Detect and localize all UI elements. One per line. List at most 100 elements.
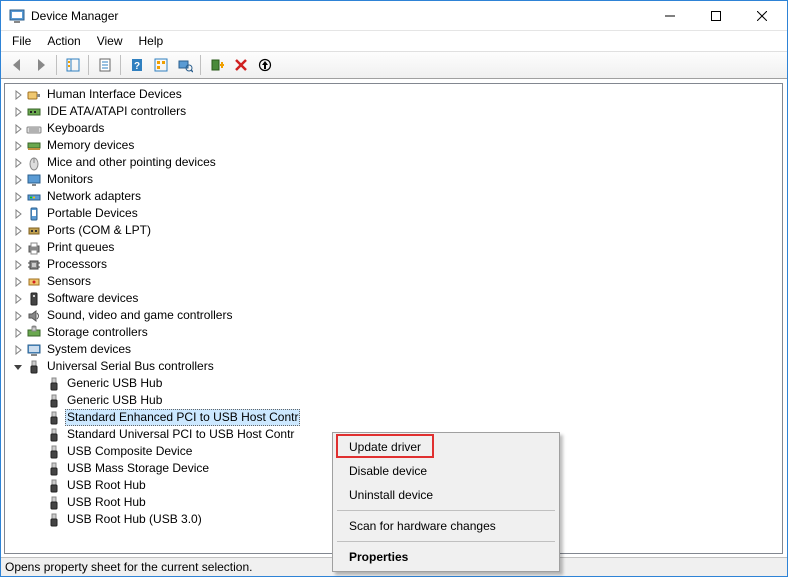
keyboard-icon <box>26 121 42 137</box>
show-hide-tree-button[interactable] <box>61 54 84 76</box>
tree-category[interactable]: Universal Serial Bus controllers <box>5 358 782 375</box>
tree-category-label: Print queues <box>45 239 116 256</box>
sound-icon <box>26 308 42 324</box>
update-driver-button[interactable] <box>253 54 276 76</box>
status-text: Opens property sheet for the current sel… <box>5 560 252 574</box>
tree-category[interactable]: Human Interface Devices <box>5 86 782 103</box>
context-menu-update-driver[interactable]: Update driver <box>335 435 557 459</box>
tree-category[interactable]: Sound, video and game controllers <box>5 307 782 324</box>
tree-category[interactable]: Mice and other pointing devices <box>5 154 782 171</box>
chevron-right-icon[interactable] <box>11 292 25 306</box>
tree-category[interactable]: Keyboards <box>5 120 782 137</box>
tree-item[interactable]: Standard Enhanced PCI to USB Host Contr <box>5 409 782 426</box>
tree-item-label: Generic USB Hub <box>65 392 164 409</box>
tree-category-label: IDE ATA/ATAPI controllers <box>45 103 188 120</box>
tree-category[interactable]: Storage controllers <box>5 324 782 341</box>
app-icon <box>9 8 25 24</box>
monitor-icon <box>26 172 42 188</box>
toolbar-separator <box>56 55 57 75</box>
chevron-right-icon[interactable] <box>11 190 25 204</box>
tree-category-label: Universal Serial Bus controllers <box>45 358 216 375</box>
chevron-right-icon[interactable] <box>11 241 25 255</box>
menu-view[interactable]: View <box>90 33 130 49</box>
menu-help[interactable]: Help <box>132 33 171 49</box>
window-controls <box>647 1 785 30</box>
chevron-right-icon[interactable] <box>11 326 25 340</box>
tree-category[interactable]: Processors <box>5 256 782 273</box>
help-button[interactable]: ? <box>125 54 148 76</box>
chevron-right-icon[interactable] <box>11 207 25 221</box>
tree-category[interactable]: Sensors <box>5 273 782 290</box>
chevron-right-icon[interactable] <box>11 122 25 136</box>
chevron-right-icon[interactable] <box>11 139 25 153</box>
port-icon <box>26 223 42 239</box>
tree-category-label: Processors <box>45 256 109 273</box>
usb-device-icon <box>46 478 62 494</box>
context-menu-scan-hardware[interactable]: Scan for hardware changes <box>335 514 557 538</box>
chevron-right-icon[interactable] <box>11 173 25 187</box>
software-icon <box>26 291 42 307</box>
tree-category[interactable]: Network adapters <box>5 188 782 205</box>
tree-category[interactable]: System devices <box>5 341 782 358</box>
toolbar-separator <box>200 55 201 75</box>
tree-category-label: Sensors <box>45 273 93 290</box>
hid-icon <box>26 87 42 103</box>
tree-category[interactable]: Memory devices <box>5 137 782 154</box>
context-menu: Update driver Disable device Uninstall d… <box>332 432 560 572</box>
toolbar: ? <box>1 51 787 79</box>
tree-category[interactable]: Print queues <box>5 239 782 256</box>
maximize-button[interactable] <box>693 1 739 30</box>
memory-icon <box>26 138 42 154</box>
content-area: Human Interface DevicesIDE ATA/ATAPI con… <box>1 79 787 557</box>
context-menu-separator <box>337 541 555 542</box>
usb-device-icon <box>46 444 62 460</box>
scan-hardware-button[interactable] <box>173 54 196 76</box>
chevron-right-icon[interactable] <box>11 88 25 102</box>
tree-category[interactable]: IDE ATA/ATAPI controllers <box>5 103 782 120</box>
forward-button[interactable] <box>29 54 52 76</box>
add-hardware-button[interactable] <box>205 54 228 76</box>
chevron-right-icon[interactable] <box>11 275 25 289</box>
toolbar-separator <box>88 55 89 75</box>
back-button[interactable] <box>5 54 28 76</box>
tree-category[interactable]: Monitors <box>5 171 782 188</box>
tree-category-label: Monitors <box>45 171 95 188</box>
mouse-icon <box>26 155 42 171</box>
system-icon <box>26 342 42 358</box>
tree-item[interactable]: Generic USB Hub <box>5 375 782 392</box>
menu-file[interactable]: File <box>5 33 38 49</box>
usb-device-icon <box>46 376 62 392</box>
tree-item[interactable]: Generic USB Hub <box>5 392 782 409</box>
sensor-icon <box>26 274 42 290</box>
printer-icon <box>26 240 42 256</box>
tree-category-label: Memory devices <box>45 137 136 154</box>
context-menu-uninstall-device[interactable]: Uninstall device <box>335 483 557 507</box>
tree-category[interactable]: Software devices <box>5 290 782 307</box>
tree-category-label: Ports (COM & LPT) <box>45 222 153 239</box>
context-menu-properties[interactable]: Properties <box>335 545 557 569</box>
toolbar-separator <box>120 55 121 75</box>
tree-category[interactable]: Portable Devices <box>5 205 782 222</box>
usb-device-icon <box>46 427 62 443</box>
close-button[interactable] <box>739 1 785 30</box>
chevron-right-icon[interactable] <box>11 156 25 170</box>
usb-device-icon <box>46 410 62 426</box>
tree-category-label: Software devices <box>45 290 140 307</box>
context-menu-disable-device[interactable]: Disable device <box>335 459 557 483</box>
title-bar: Device Manager <box>1 1 787 31</box>
properties-button[interactable] <box>93 54 116 76</box>
menu-action[interactable]: Action <box>40 33 87 49</box>
chevron-down-icon[interactable] <box>11 360 25 374</box>
chevron-right-icon[interactable] <box>11 309 25 323</box>
chevron-right-icon[interactable] <box>11 343 25 357</box>
chevron-right-icon[interactable] <box>11 224 25 238</box>
chevron-right-icon[interactable] <box>11 258 25 272</box>
tree-category-label: Storage controllers <box>45 324 150 341</box>
tree-category[interactable]: Ports (COM & LPT) <box>5 222 782 239</box>
tree-category-label: System devices <box>45 341 133 358</box>
uninstall-button[interactable] <box>229 54 252 76</box>
minimize-button[interactable] <box>647 1 693 30</box>
usb-icon <box>26 359 42 375</box>
show-hidden-button[interactable] <box>149 54 172 76</box>
chevron-right-icon[interactable] <box>11 105 25 119</box>
